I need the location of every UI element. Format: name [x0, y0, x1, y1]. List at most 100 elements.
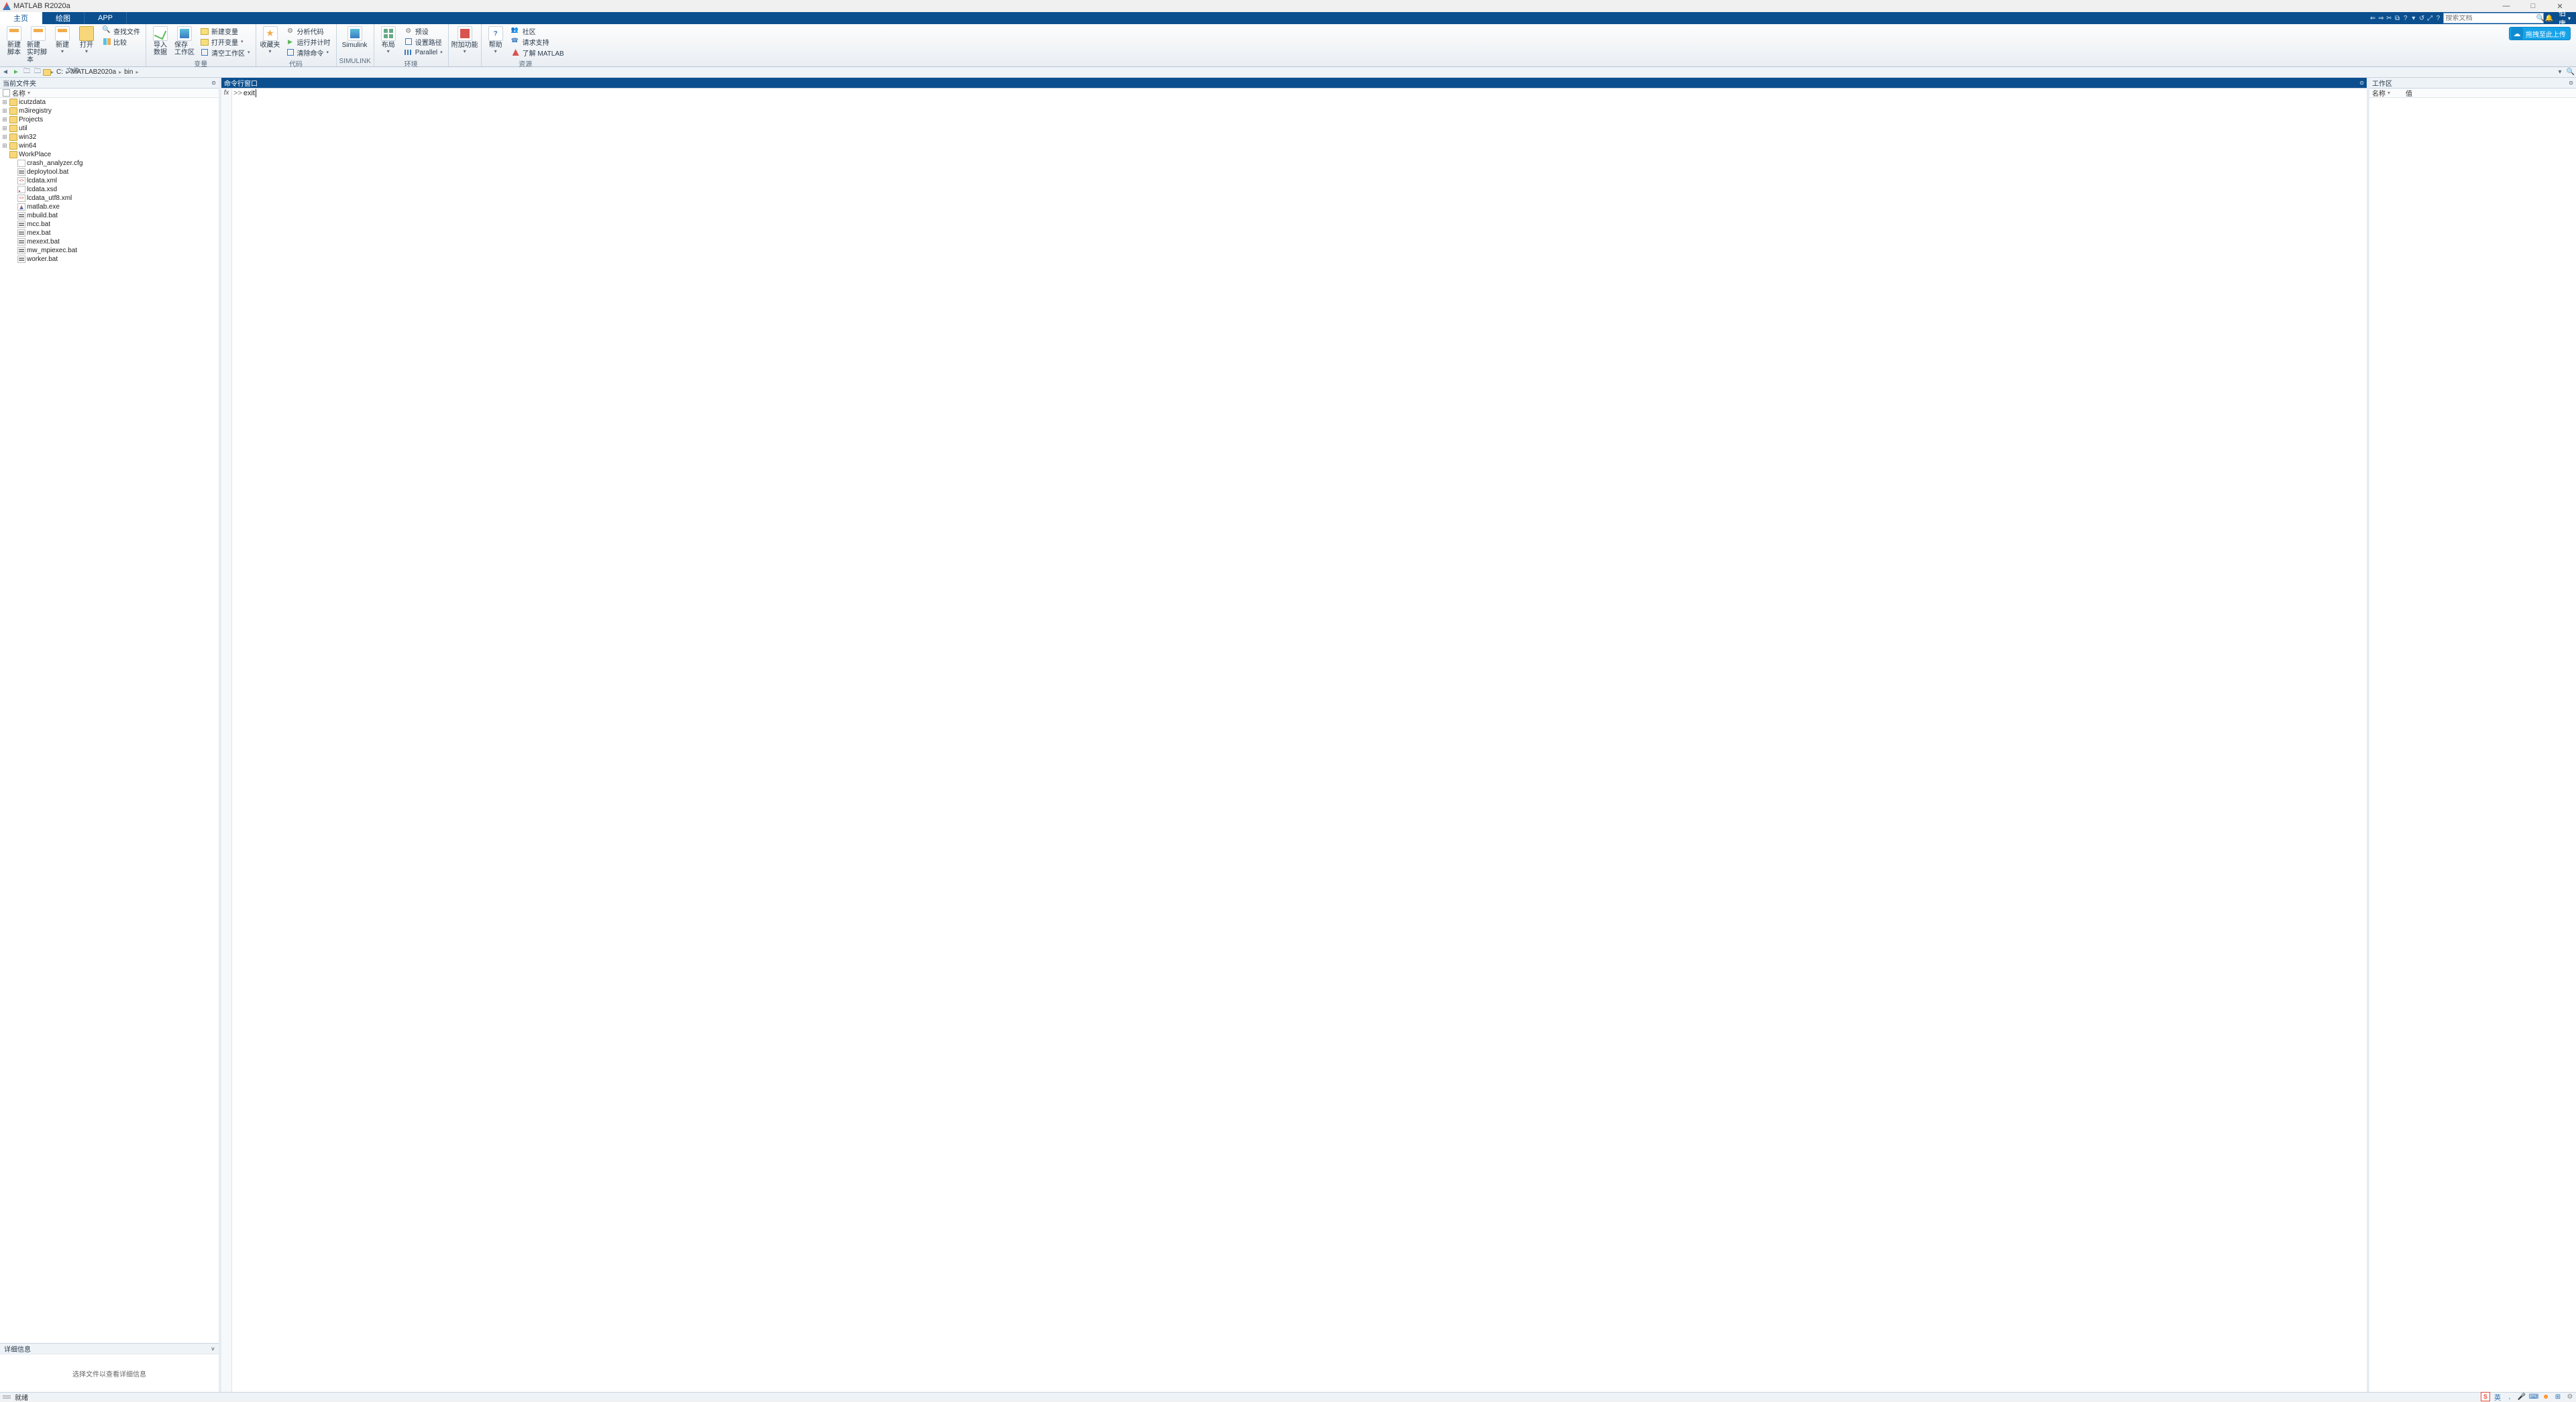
tree-item[interactable]: ⊞win64 — [0, 142, 219, 150]
tree-item[interactable]: ⊞icutzdata — [0, 98, 219, 107]
quick-undock-icon[interactable]: ⤢ — [2426, 12, 2433, 24]
command-window-menu-icon[interactable]: ⊙ — [2359, 80, 2364, 86]
ribbon-group-resources-label: 资源 — [484, 58, 567, 66]
name-column-label[interactable]: 名称 — [12, 88, 25, 98]
expand-icon[interactable]: ⊞ — [1, 99, 8, 106]
command-window-header[interactable]: 命令行窗口 ⊙ — [221, 78, 2367, 89]
quick-back-icon[interactable]: ⇐ — [2369, 12, 2376, 24]
workspace-header[interactable]: 工作区 ⊙ — [2369, 78, 2576, 89]
tree-item-label: mex.bat — [27, 229, 51, 237]
ime-sogou-icon[interactable]: S — [2481, 1392, 2490, 1401]
help-button[interactable]: 帮助▾ — [484, 25, 507, 56]
parallel-button[interactable]: Parallel▾ — [402, 47, 444, 58]
path-dropdown-button[interactable]: ▾ — [2555, 68, 2565, 76]
preferences-button[interactable]: 预设 — [402, 25, 444, 36]
fx-icon[interactable]: fx — [221, 89, 232, 1392]
ime-mic-icon[interactable]: 🎤 — [2517, 1392, 2526, 1401]
learn-matlab-button[interactable]: 了解 MATLAB — [510, 47, 566, 58]
addons-button[interactable]: 附加功能▾ — [451, 25, 478, 56]
new-script-button[interactable]: 新建 脚本 — [3, 25, 25, 58]
tree-item[interactable]: mw_mpiexec.bat — [0, 246, 219, 255]
current-folder-panel: 当前文件夹 ⊙ 名称▾ ⊞icutzdata⊞m3iregistry⊞Proje… — [0, 78, 221, 1392]
current-folder-menu-icon[interactable]: ⊙ — [211, 80, 216, 86]
run-and-time-button[interactable]: 运行并计时 — [284, 36, 332, 47]
import-data-button[interactable]: 导入 数据 — [149, 25, 172, 58]
doc-search-input[interactable] — [2444, 15, 2536, 22]
tree-item[interactable]: mex.bat — [0, 229, 219, 237]
command-window-body[interactable]: fx >>exit — [221, 89, 2367, 1392]
upload-pill[interactable]: ☁ 拖拽至此上传 — [2509, 27, 2571, 40]
tree-item[interactable]: worker.bat — [0, 255, 219, 264]
system-tray: S 英 , 🎤 ⌨ ☻ ⊞ ⚙ — [2481, 1392, 2575, 1401]
simulink-button[interactable]: Simulink — [339, 25, 370, 50]
tree-item[interactable]: lcdata_utf8.xml — [0, 194, 219, 203]
new-live-script-button[interactable]: 新建 实时脚本 — [27, 25, 50, 65]
ws-value-column[interactable]: 值 — [2406, 88, 2412, 98]
compare-button[interactable]: 比较 — [101, 36, 142, 47]
quick-dd-icon[interactable]: ▾ — [2410, 12, 2417, 24]
clear-commands-button[interactable]: 清除命令▾ — [284, 47, 332, 58]
details-title: 详细信息 — [4, 1344, 31, 1354]
tree-item[interactable]: ⊞m3iregistry — [0, 107, 219, 115]
maximize-button[interactable]: □ — [2520, 2, 2546, 10]
tree-item[interactable]: lcdata.xsd — [0, 185, 219, 194]
expand-icon[interactable]: ⊞ — [1, 142, 8, 150]
workspace-body[interactable] — [2369, 98, 2576, 1392]
tree-item[interactable]: matlab.exe — [0, 203, 219, 211]
request-support-button[interactable]: 请求支持 — [510, 36, 566, 47]
tree-item[interactable]: mcc.bat — [0, 220, 219, 229]
minimize-button[interactable]: — — [2493, 2, 2520, 10]
tree-item[interactable]: WorkPlace — [0, 150, 219, 159]
path-search-icon[interactable]: 🔍 — [2565, 68, 2576, 76]
set-path-button[interactable]: 设置路径 — [402, 36, 444, 47]
tree-item[interactable]: crash_analyzer.cfg — [0, 159, 219, 168]
quick-undo-icon[interactable]: ↺ — [2418, 12, 2425, 24]
analyze-code-label: 分析代码 — [297, 26, 324, 36]
details-collapse-icon[interactable]: ˅ — [211, 1346, 215, 1352]
quick-fwd-icon[interactable]: ⇒ — [2377, 12, 2384, 24]
notification-bell-icon[interactable]: 🔔 — [2545, 15, 2553, 22]
doc-search[interactable]: 🔍 — [2443, 13, 2544, 23]
layout-button[interactable]: 布局▾ — [377, 25, 400, 56]
tab-app[interactable]: APP — [85, 12, 127, 24]
ws-name-column[interactable]: 名称 — [2372, 88, 2385, 98]
ime-lang-icon[interactable]: 英 — [2493, 1392, 2502, 1401]
expand-icon[interactable]: ⊞ — [1, 107, 8, 115]
quick-cut-icon[interactable]: ✂ — [2385, 12, 2392, 24]
tab-home[interactable]: 主页 — [0, 12, 42, 24]
tree-item[interactable]: lcdata.xml — [0, 176, 219, 185]
tree-item[interactable]: ⊞win32 — [0, 133, 219, 142]
quick-copy-icon[interactable]: ⧉ — [2394, 12, 2401, 24]
ime-keyboard-icon[interactable]: ⌨ — [2529, 1392, 2538, 1401]
new-button[interactable]: 新建▾ — [51, 25, 74, 56]
expand-icon[interactable]: ⊞ — [1, 116, 8, 123]
expand-icon[interactable]: ⊞ — [1, 133, 8, 141]
tree-item[interactable]: mbuild.bat — [0, 211, 219, 220]
ime-sep-icon[interactable]: , — [2505, 1392, 2514, 1401]
favorites-button[interactable]: 收藏夹▾ — [259, 25, 282, 56]
open-button[interactable]: 打开▾ — [75, 25, 98, 56]
tree-item[interactable]: mexext.bat — [0, 237, 219, 246]
tree-item[interactable]: ⊞util — [0, 124, 219, 133]
ime-grid-icon[interactable]: ⊞ — [2553, 1392, 2563, 1401]
command-line[interactable]: >>exit — [232, 89, 2367, 1392]
file-tree[interactable]: ⊞icutzdata⊞m3iregistry⊞Projects⊞util⊞win… — [0, 98, 219, 1343]
community-button[interactable]: 社区 — [510, 25, 566, 36]
current-folder-header[interactable]: 当前文件夹 ⊙ — [0, 78, 219, 89]
new-variable-button[interactable]: 新建变量 — [199, 25, 252, 36]
ime-settings-icon[interactable]: ⚙ — [2565, 1392, 2575, 1401]
expand-icon[interactable]: ⊞ — [1, 125, 8, 132]
quick-help-icon[interactable]: ? — [2402, 12, 2409, 24]
tree-item[interactable]: ⊞Projects — [0, 115, 219, 124]
tab-plot[interactable]: 绘图 — [42, 12, 85, 24]
quick-help2-icon[interactable]: ? — [2434, 12, 2441, 24]
save-workspace-button[interactable]: 保存 工作区 — [173, 25, 196, 58]
open-variable-button[interactable]: 打开变量▾ — [199, 36, 252, 47]
clear-workspace-button[interactable]: 清空工作区▾ — [199, 47, 252, 58]
tree-item[interactable]: deploytool.bat — [0, 168, 219, 176]
search-icon[interactable]: 🔍 — [2536, 15, 2544, 22]
ime-emoji-icon[interactable]: ☻ — [2541, 1392, 2551, 1401]
workspace-menu-icon[interactable]: ⊙ — [2569, 80, 2573, 86]
find-files-button[interactable]: 查找文件 — [101, 25, 142, 36]
analyze-code-button[interactable]: 分析代码 — [284, 25, 332, 36]
